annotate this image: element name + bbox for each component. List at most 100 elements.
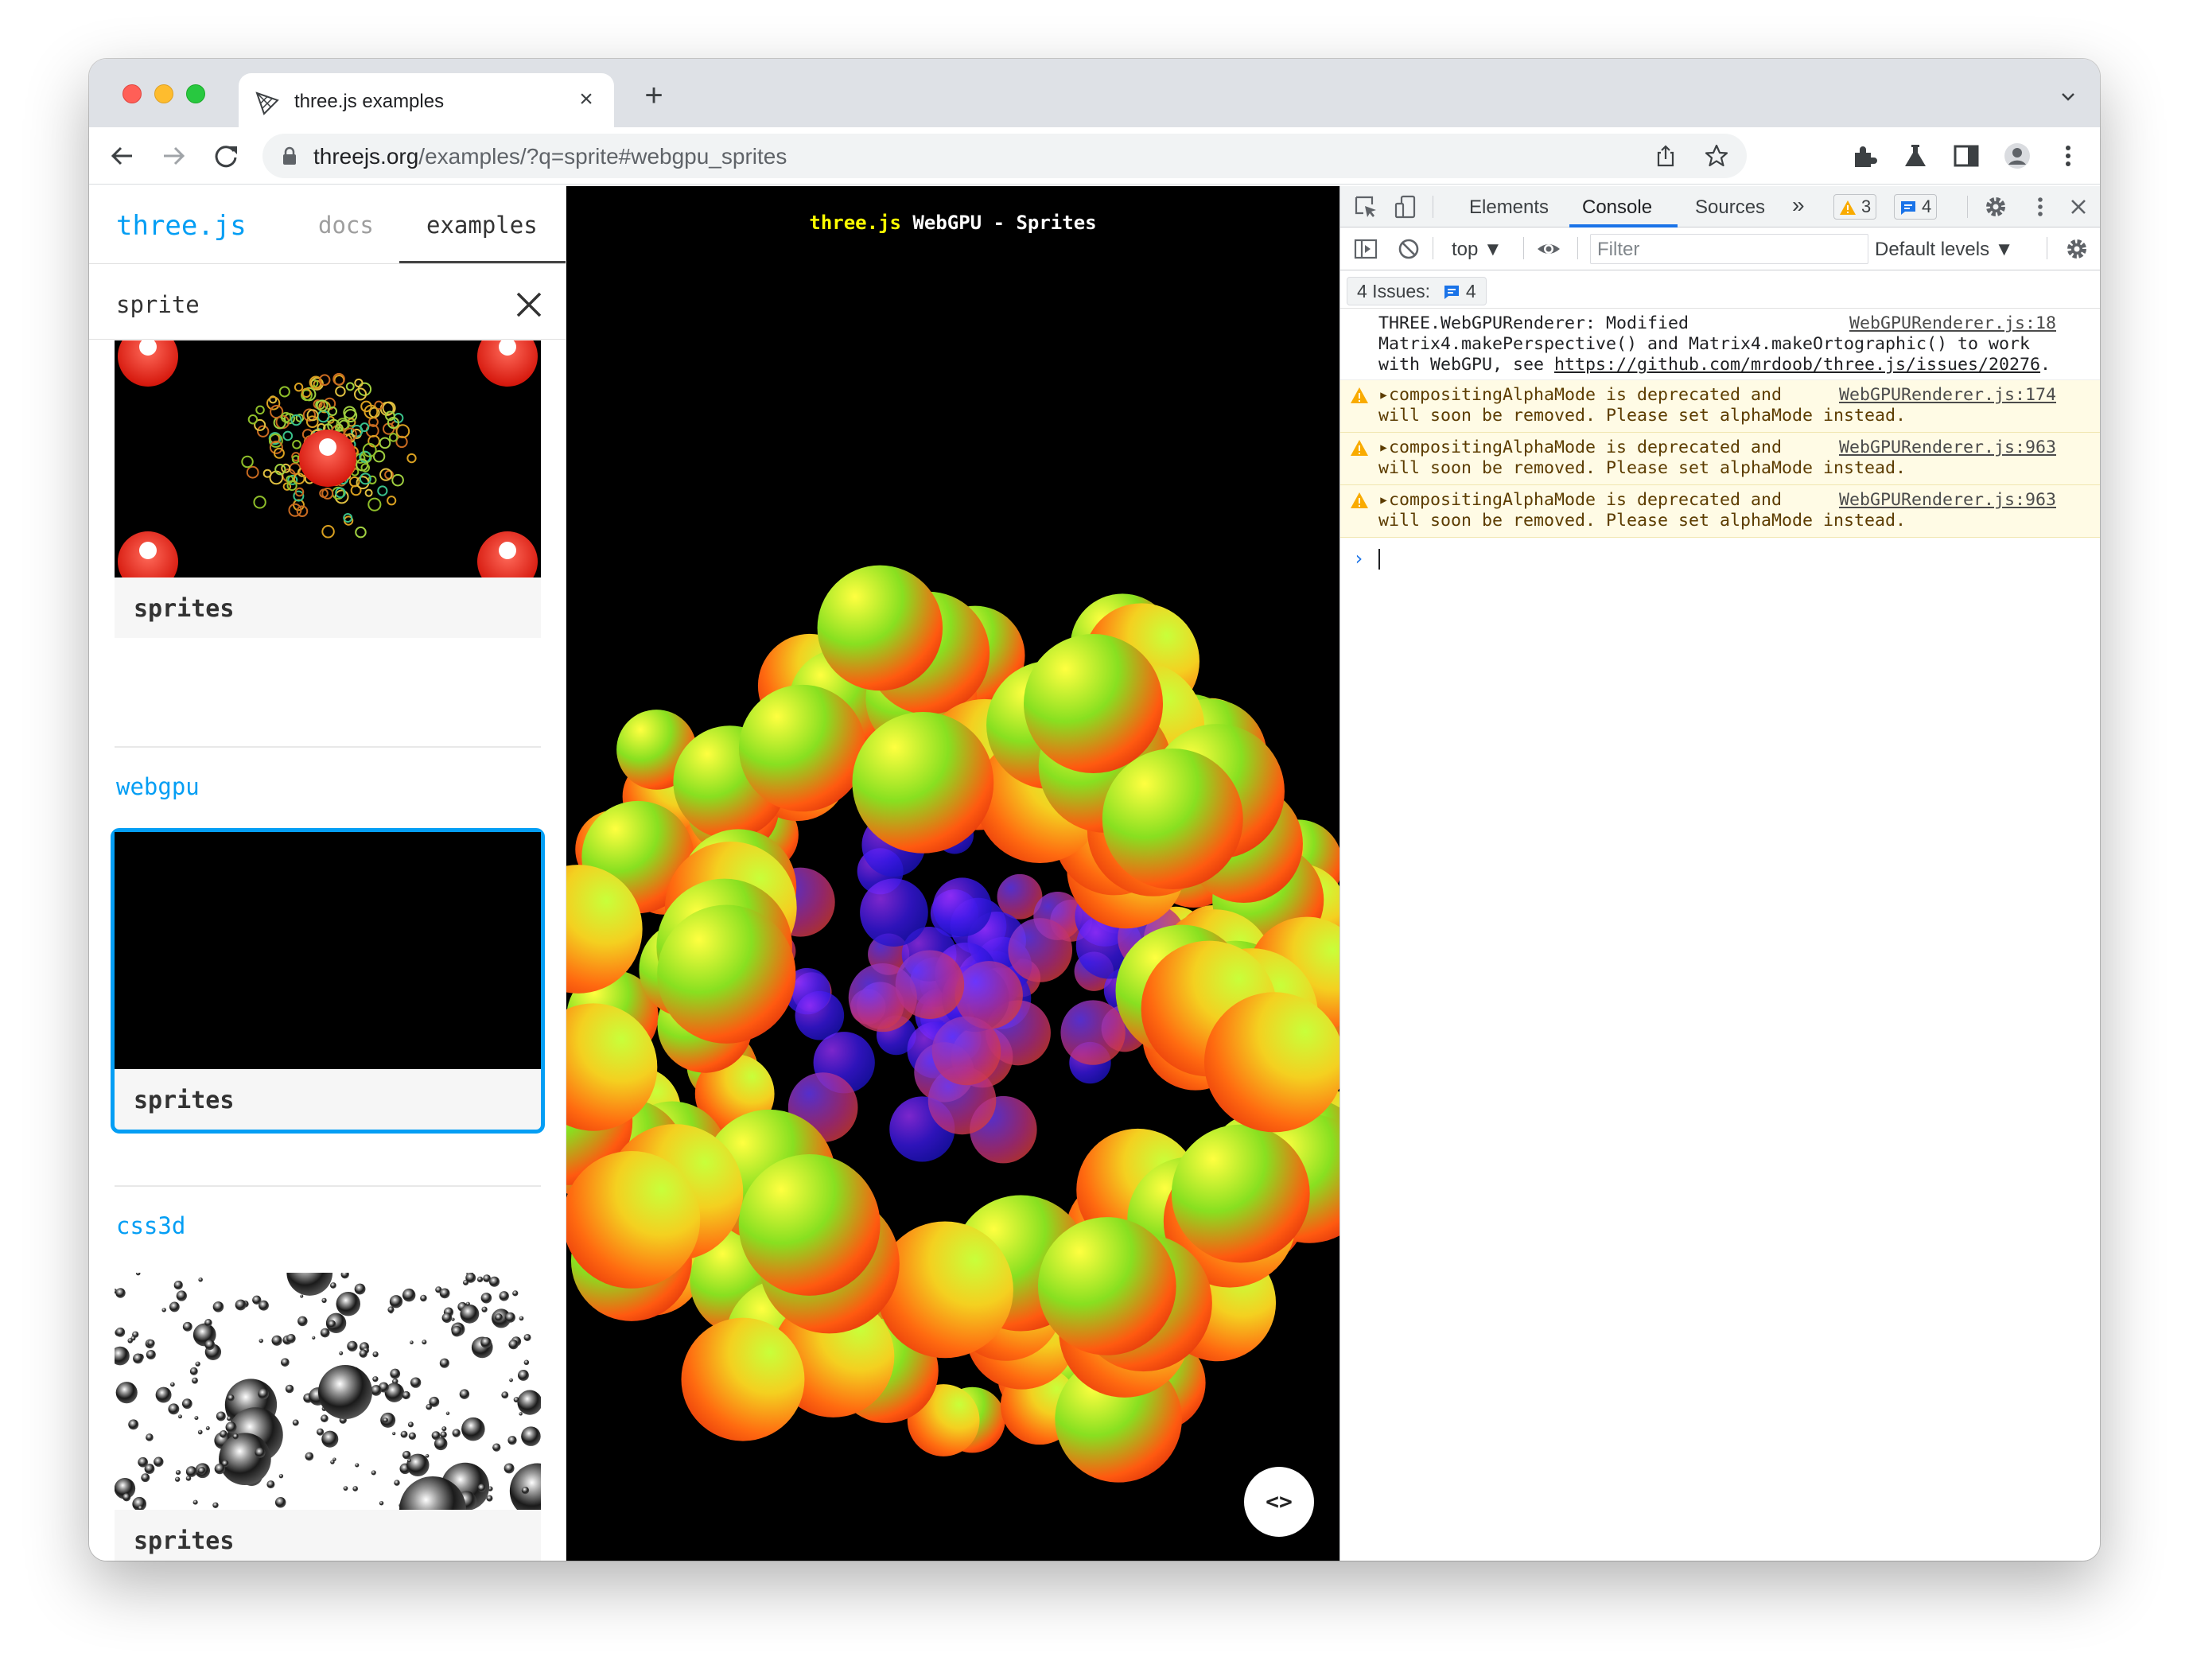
tab-close-icon[interactable]: × xyxy=(573,86,600,113)
sprite-particle xyxy=(389,1295,403,1309)
issue-link[interactable]: https://github.com/mrdoob/three.js/issue… xyxy=(1554,355,2040,375)
sprite-particle xyxy=(480,1336,492,1348)
sprite-particle xyxy=(175,1469,181,1476)
live-expression-eye-icon[interactable] xyxy=(1536,236,1561,262)
nav-docs-link[interactable]: docs xyxy=(318,212,374,239)
sprite-particle xyxy=(817,565,943,691)
url-text[interactable]: threejs.org/examples/?q=sprite#webgpu_sp… xyxy=(313,144,787,169)
message-source-link[interactable]: WebGPURenderer.js:963 xyxy=(1839,438,2056,458)
console-settings-gear-icon[interactable] xyxy=(2064,236,2090,262)
threejs-logo-link[interactable]: three.js xyxy=(116,210,247,242)
sprite-particle xyxy=(128,1419,139,1430)
sprite-particle xyxy=(852,711,994,854)
new-tab-button[interactable]: + xyxy=(636,80,671,115)
sprite-particle xyxy=(292,1419,299,1426)
example-viewport[interactable]: three.js WebGPU - Sprites <> xyxy=(566,186,1339,1561)
sprite-particle xyxy=(499,1291,509,1301)
warnings-badge[interactable]: 3 xyxy=(1833,194,1877,220)
context-selector[interactable]: top ▼ xyxy=(1452,239,1503,261)
log-levels-dropdown[interactable]: Default levels ▼ xyxy=(1875,239,2014,261)
browser-menu-icon[interactable] xyxy=(2054,142,2082,170)
sprite-particle xyxy=(285,1384,294,1394)
sprite-particle xyxy=(483,1274,491,1283)
sprite-particle xyxy=(173,1281,183,1290)
devtools-menu-icon[interactable] xyxy=(2028,194,2053,220)
sprite-particle xyxy=(402,1390,410,1400)
profile-avatar-icon[interactable] xyxy=(2003,142,2032,170)
sprite-particle xyxy=(169,1301,180,1312)
back-arrow-icon[interactable] xyxy=(105,138,140,173)
settings-gear-icon[interactable] xyxy=(1983,194,2008,220)
console-message-warning[interactable]: ▸compositingAlphaMode is deprecated and … xyxy=(1340,433,2100,485)
console-message-warning[interactable]: ▸compositingAlphaMode is deprecated and … xyxy=(1340,485,2100,538)
side-panel-icon[interactable] xyxy=(1952,142,1981,170)
webgpu-sprites-thumbnail xyxy=(115,832,541,1069)
inspect-element-icon[interactable] xyxy=(1353,194,1378,220)
info-brand-link[interactable]: three.js xyxy=(809,212,901,234)
sprite-particle xyxy=(219,1433,271,1486)
bookmark-star-icon[interactable] xyxy=(1704,143,1729,169)
close-window-button[interactable] xyxy=(122,84,142,103)
sprite-particle xyxy=(451,1325,463,1337)
examples-sidebar: three.js docs examples sprite sprites we… xyxy=(89,186,566,1561)
clear-search-icon[interactable] xyxy=(511,286,547,323)
address-bar[interactable]: threejs.org/examples/?q=sprite#webgpu_sp… xyxy=(262,134,1747,178)
forward-arrow-icon[interactable] xyxy=(156,138,191,173)
sprite-particle xyxy=(394,1480,400,1486)
labs-flask-icon[interactable] xyxy=(1901,142,1930,170)
search-input[interactable]: sprite xyxy=(116,285,530,325)
tab-sources[interactable]: Sources xyxy=(1695,196,1765,219)
sprite-particle xyxy=(286,1333,296,1344)
sprites-canvas[interactable] xyxy=(566,186,1339,1561)
nav-examples-link[interactable]: examples xyxy=(426,212,538,239)
sprite-particle xyxy=(258,1388,270,1400)
device-toolbar-icon[interactable] xyxy=(1393,194,1418,220)
example-card-webgpu-sprites[interactable]: sprites xyxy=(111,828,545,1134)
zoom-window-button[interactable] xyxy=(186,84,205,103)
messages-badge[interactable]: 4 xyxy=(1894,194,1938,220)
threejs-favicon-icon xyxy=(255,91,279,115)
sprite-particle xyxy=(480,1293,492,1304)
sprite-particle xyxy=(461,1417,485,1441)
sprite-particle xyxy=(504,1312,515,1323)
sprite-particle xyxy=(477,1484,486,1492)
close-devtools-icon[interactable] xyxy=(2066,194,2091,220)
sprites-thumbnail xyxy=(115,340,541,578)
sprite-particle xyxy=(1171,1124,1310,1263)
example-card-css3d-sprites[interactable]: sprites xyxy=(115,1273,541,1561)
console-sidebar-icon[interactable] xyxy=(1353,236,1378,262)
message-text: ▸compositingAlphaMode is deprecated and … xyxy=(1378,490,1907,531)
console-filter-input[interactable]: Filter xyxy=(1590,234,1868,264)
console-input-caret[interactable] xyxy=(1378,549,1380,570)
sprite-particle xyxy=(476,1276,484,1283)
share-icon[interactable] xyxy=(1653,143,1678,169)
minimize-window-button[interactable] xyxy=(154,84,173,103)
issues-label: 4 Issues: xyxy=(1357,281,1431,301)
message-line: will soon be removed. Please set alphaMo… xyxy=(1378,511,1907,531)
issues-button[interactable]: 4 Issues: 4 xyxy=(1347,277,1487,305)
tab-console[interactable]: Console xyxy=(1582,196,1652,219)
browser-toolbar: threejs.org/examples/?q=sprite#webgpu_sp… xyxy=(89,127,2100,185)
sprite-particle xyxy=(895,950,965,1019)
message-source-link[interactable]: WebGPURenderer.js:18 xyxy=(1849,313,2056,334)
tab-elements[interactable]: Elements xyxy=(1469,196,1549,219)
reload-icon[interactable] xyxy=(208,138,243,173)
more-tabs-icon[interactable]: » xyxy=(1792,192,1805,218)
console-message-warning[interactable]: ▸compositingAlphaMode is deprecated and … xyxy=(1340,380,2100,433)
sprite-particle xyxy=(492,1443,501,1452)
url-host: threejs.org xyxy=(313,144,419,169)
view-source-button[interactable]: <> xyxy=(1244,1467,1314,1537)
lock-icon[interactable] xyxy=(282,146,297,165)
sprite-particle xyxy=(420,1294,427,1302)
example-card-sprites[interactable]: sprites xyxy=(115,340,541,638)
browser-tab-active[interactable]: three.js examples × xyxy=(239,73,614,127)
tab-search-chevron-icon[interactable] xyxy=(2059,88,2078,107)
sprite-particle xyxy=(232,1433,239,1440)
message-source-link[interactable]: WebGPURenderer.js:174 xyxy=(1839,385,2056,406)
sprite-particle xyxy=(372,1376,379,1382)
clear-console-icon[interactable] xyxy=(1396,236,1421,262)
sprite-particle xyxy=(463,1279,469,1285)
message-source-link[interactable]: WebGPURenderer.js:963 xyxy=(1839,490,2056,511)
extensions-puzzle-icon[interactable] xyxy=(1850,142,1879,170)
sprite-particle xyxy=(122,1493,131,1502)
